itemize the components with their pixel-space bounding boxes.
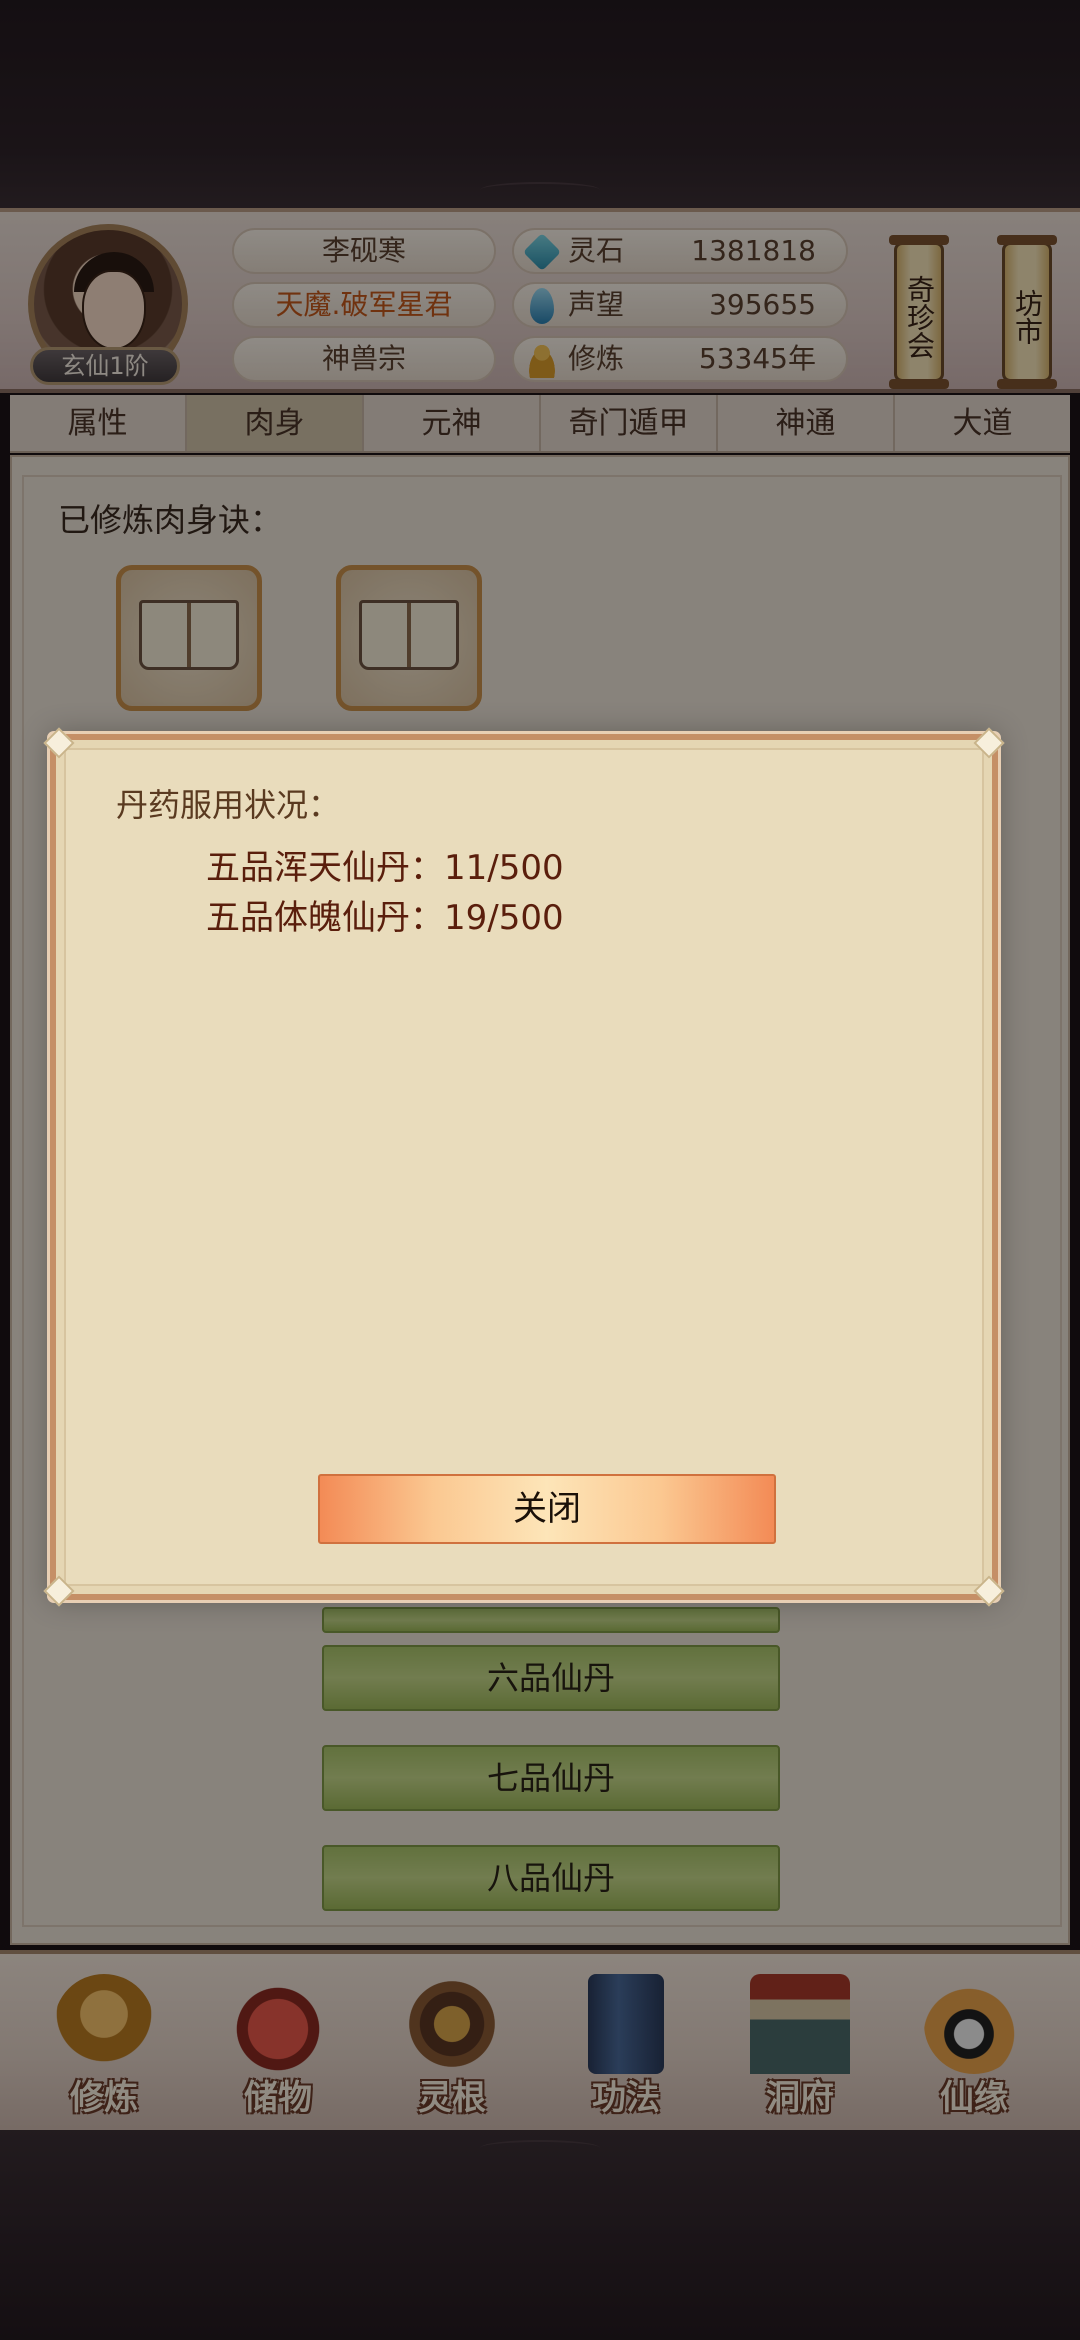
dialog-title: 丹药服用状况： xyxy=(116,786,341,824)
pill-status-dialog: 丹药服用状况： 五品浑天仙丹：11/500 五品体魄仙丹：19/500 关闭 xyxy=(43,727,1005,1607)
pill-status-row: 五品浑天仙丹：11/500 xyxy=(206,848,564,888)
close-button[interactable]: 关闭 xyxy=(318,1474,776,1544)
pill-status-row: 五品体魄仙丹：19/500 xyxy=(206,898,564,938)
